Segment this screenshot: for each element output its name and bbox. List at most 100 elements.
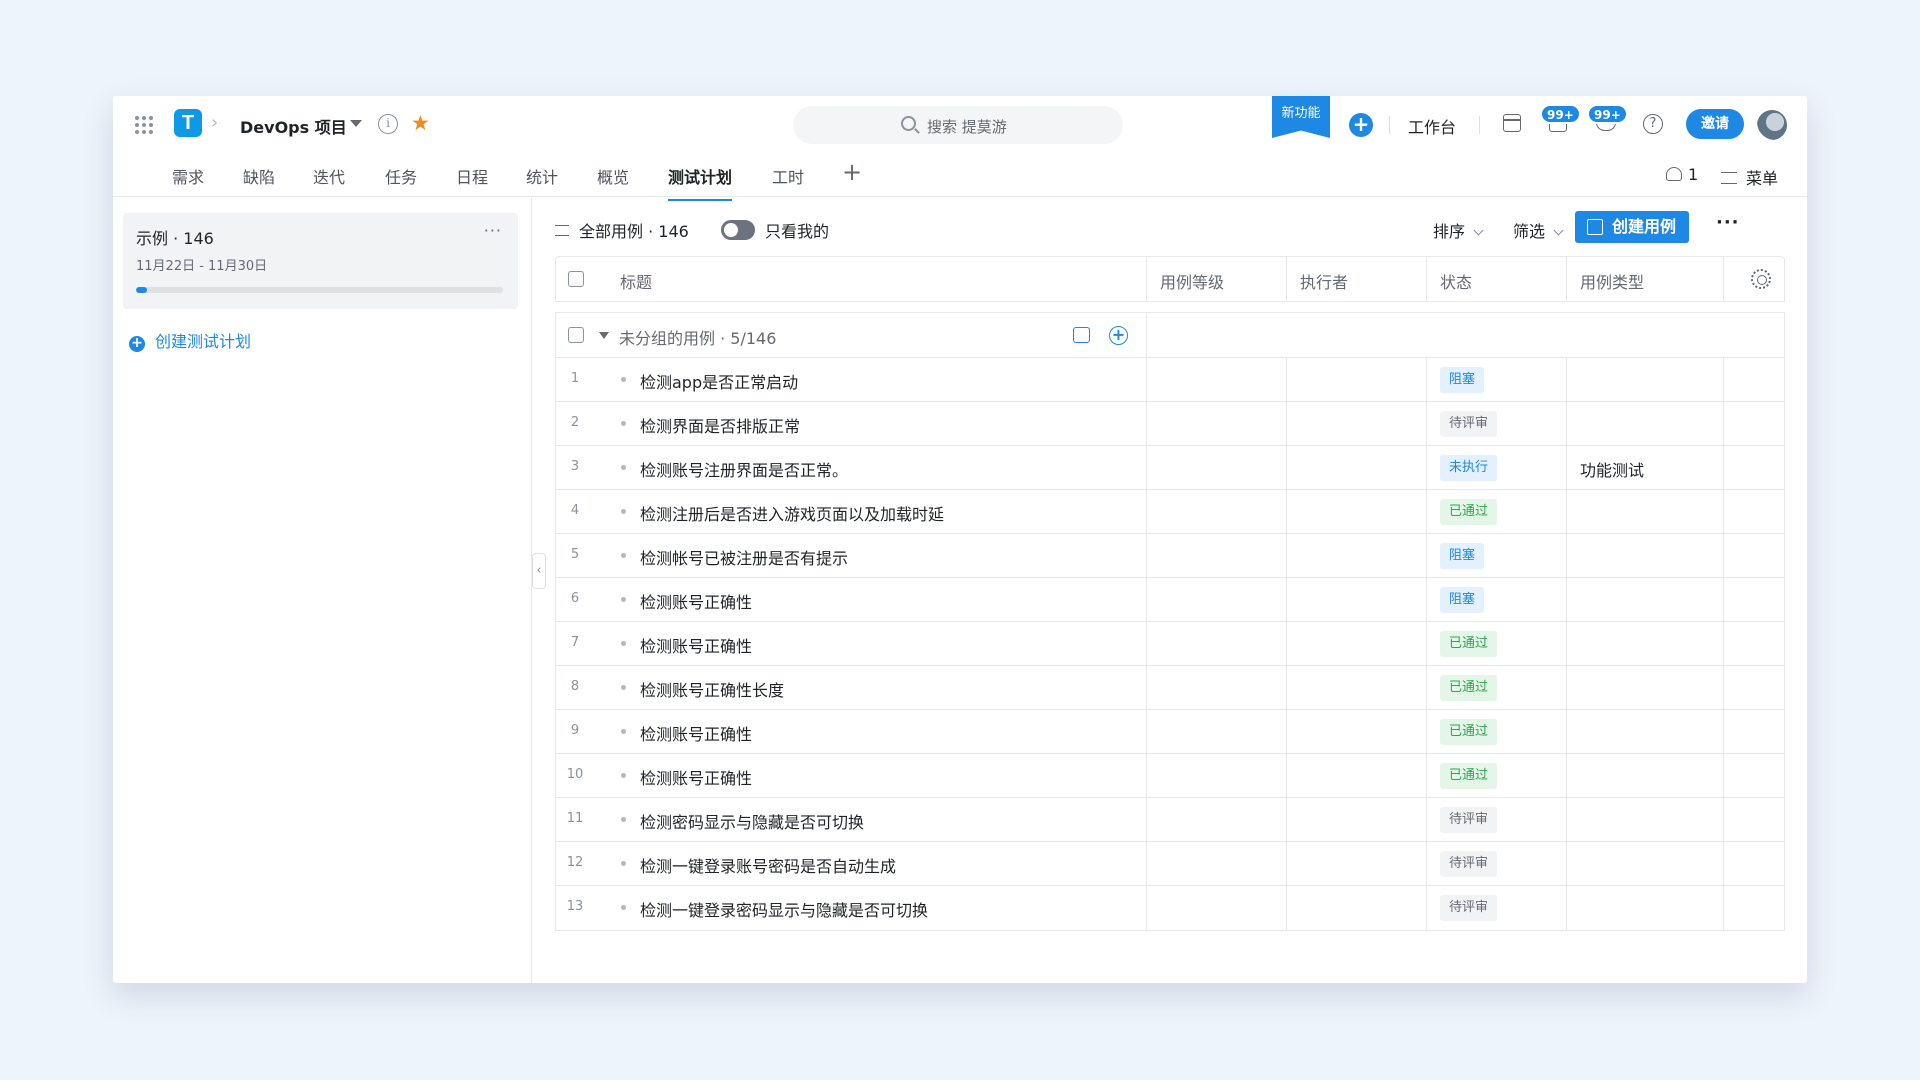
tab-tasks[interactable]: 任务 [385,164,417,188]
col-divider [1566,754,1567,797]
table-row[interactable]: 2 检测界面是否排版正常 待评审 [556,402,1784,446]
plan-more-icon[interactable]: ··· [484,221,502,240]
status-cell[interactable]: 已通过 [1426,622,1566,666]
tab-schedule[interactable]: 日程 [456,164,488,188]
group-collapse-icon[interactable] [599,332,609,339]
quick-create-plus-icon[interactable]: + [1349,113,1373,137]
add-tab-icon[interactable]: + [842,158,862,186]
group-link-icon[interactable] [1073,327,1090,343]
table-row[interactable]: 3 检测账号注册界面是否正常。 未执行 功能测试 [556,446,1784,490]
members-button[interactable]: 1 [1666,165,1698,184]
status-cell[interactable]: 已通过 [1426,490,1566,534]
table-row[interactable]: 6 检测账号正确性 阻塞 [556,578,1784,622]
status-cell[interactable]: 未执行 [1426,446,1566,490]
case-title[interactable]: 检测一键登录账号密码是否自动生成 [640,853,896,877]
project-name[interactable]: DevOps 项目 [240,114,347,138]
col-executor[interactable]: 执行者 [1300,269,1348,293]
table-row[interactable]: 13 检测一键登录密码显示与隐藏是否可切换 待评审 [556,886,1784,930]
status-cell[interactable]: 已通过 [1426,710,1566,754]
new-feature-ribbon[interactable]: 新功能 [1272,96,1330,138]
case-title[interactable]: 检测一键登录密码显示与隐藏是否可切换 [640,897,928,921]
calendar-icon[interactable] [1503,114,1521,132]
more-options-icon[interactable]: ··· [1716,212,1740,233]
workbench-link[interactable]: 工作台 [1408,114,1456,138]
col-divider [1566,257,1567,301]
status-cell[interactable]: 待评审 [1426,842,1566,886]
all-cases-label: 全部用例 · 146 [579,222,689,241]
tab-statistics[interactable]: 统计 [526,164,558,188]
status-badge: 已通过 [1440,763,1498,789]
status-cell[interactable]: 已通过 [1426,754,1566,798]
test-plan-card[interactable]: 示例 · 146 ··· 11月22日 - 11月30日 [123,213,518,309]
table-row[interactable]: 5 检测帐号已被注册是否有提示 阻塞 [556,534,1784,578]
product-logo[interactable]: T [174,109,202,137]
case-title[interactable]: 检测密码显示与隐藏是否可切换 [640,809,864,833]
only-mine-toggle[interactable] [721,220,755,240]
case-title[interactable]: 检测帐号已被注册是否有提示 [640,545,848,569]
info-icon[interactable]: i [378,114,398,134]
tab-requirements[interactable]: 需求 [172,164,204,188]
status-cell[interactable]: 阻塞 [1426,534,1566,578]
case-type: 功能测试 [1580,461,1645,480]
tab-test-plan[interactable]: 测试计划 [668,164,733,201]
create-test-plan-button[interactable]: + 创建测试计划 [129,328,251,352]
table-row[interactable]: 4 检测注册后是否进入游戏页面以及加载时延 已通过 [556,490,1784,534]
table-row[interactable]: 11 检测密码显示与隐藏是否可切换 待评审 [556,798,1784,842]
col-title[interactable]: 标题 [620,269,652,293]
column-settings-icon[interactable] [1751,269,1771,289]
row-number: 1 [570,371,580,386]
filter-button[interactable]: 筛选 [1513,218,1564,242]
app-grid-icon[interactable] [135,116,153,134]
tab-defects[interactable]: 缺陷 [243,164,275,188]
status-cell[interactable]: 阻塞 [1426,578,1566,622]
create-case-button[interactable]: 创建用例 [1575,211,1689,243]
chevron-down-icon [1473,225,1484,236]
case-title[interactable]: 检测注册后是否进入游戏页面以及加载时延 [640,501,944,525]
table-row[interactable]: 10 检测账号正确性 已通过 [556,754,1784,798]
status-cell[interactable]: 已通过 [1426,666,1566,710]
col-case-type[interactable]: 用例类型 [1580,269,1644,293]
col-status[interactable]: 状态 [1440,269,1472,293]
breadcrumb-chevron-icon: › [211,112,219,133]
table-row[interactable]: 9 检测账号正确性 已通过 [556,710,1784,754]
project-dropdown-icon[interactable] [350,120,362,127]
row-number: 10 [566,767,584,782]
col-divider [1723,534,1724,577]
all-cases-selector[interactable]: 全部用例 · 146 [555,218,689,242]
tab-iterations[interactable]: 迭代 [313,164,345,188]
select-all-checkbox[interactable] [568,271,584,287]
search-input[interactable]: 搜索 提莫游 [793,106,1123,144]
table-row[interactable]: 7 检测账号正确性 已通过 [556,622,1784,666]
case-title[interactable]: 检测账号正确性 [640,721,752,745]
table-row[interactable]: 1 检测app是否正常启动 阻塞 [556,358,1784,402]
sort-button[interactable]: 排序 [1433,218,1484,242]
status-cell[interactable]: 待评审 [1426,886,1566,930]
tab-worktime[interactable]: 工时 [772,164,804,188]
row-bullet [621,905,626,910]
table-row[interactable]: 8 检测账号正确性长度 已通过 [556,666,1784,710]
star-icon[interactable]: ★ [411,111,430,135]
case-title[interactable]: 检测账号正确性长度 [640,677,784,701]
col-divider [1566,710,1567,753]
status-badge: 已通过 [1440,675,1498,701]
tab-overview[interactable]: 概览 [597,164,629,188]
group-checkbox[interactable] [568,327,584,343]
invite-button[interactable]: 邀请 [1686,109,1744,139]
menu-button[interactable]: 菜单 [1721,165,1778,189]
case-title[interactable]: 检测账号注册界面是否正常。 [640,457,848,481]
col-level[interactable]: 用例等级 [1160,269,1224,293]
table-row[interactable]: 12 检测一键登录账号密码是否自动生成 待评审 [556,842,1784,886]
status-cell[interactable]: 待评审 [1426,402,1566,446]
case-title[interactable]: 检测账号正确性 [640,633,752,657]
case-title[interactable]: 检测app是否正常启动 [640,369,798,393]
col-divider [1146,402,1147,445]
case-title[interactable]: 检测账号正确性 [640,765,752,789]
help-icon[interactable]: ? [1643,114,1663,134]
status-cell[interactable]: 阻塞 [1426,358,1566,402]
col-divider [1566,886,1567,930]
case-title[interactable]: 检测账号正确性 [640,589,752,613]
status-cell[interactable]: 待评审 [1426,798,1566,842]
group-add-icon[interactable]: + [1109,326,1128,345]
user-avatar[interactable] [1757,110,1787,140]
case-title[interactable]: 检测界面是否排版正常 [640,413,800,437]
